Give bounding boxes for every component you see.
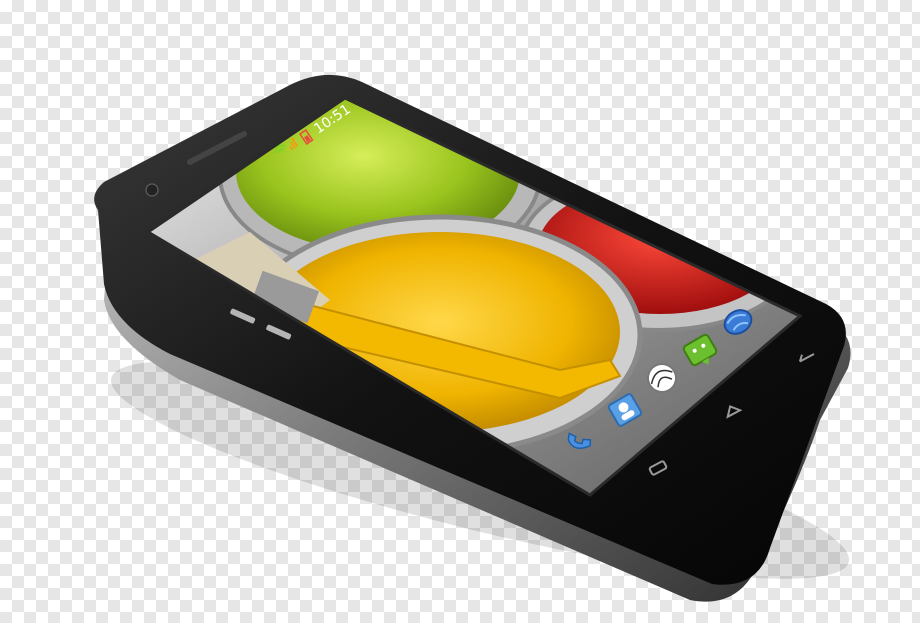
phone-photo: 10:51: [94, 74, 851, 602]
front-camera-icon: [145, 183, 159, 197]
